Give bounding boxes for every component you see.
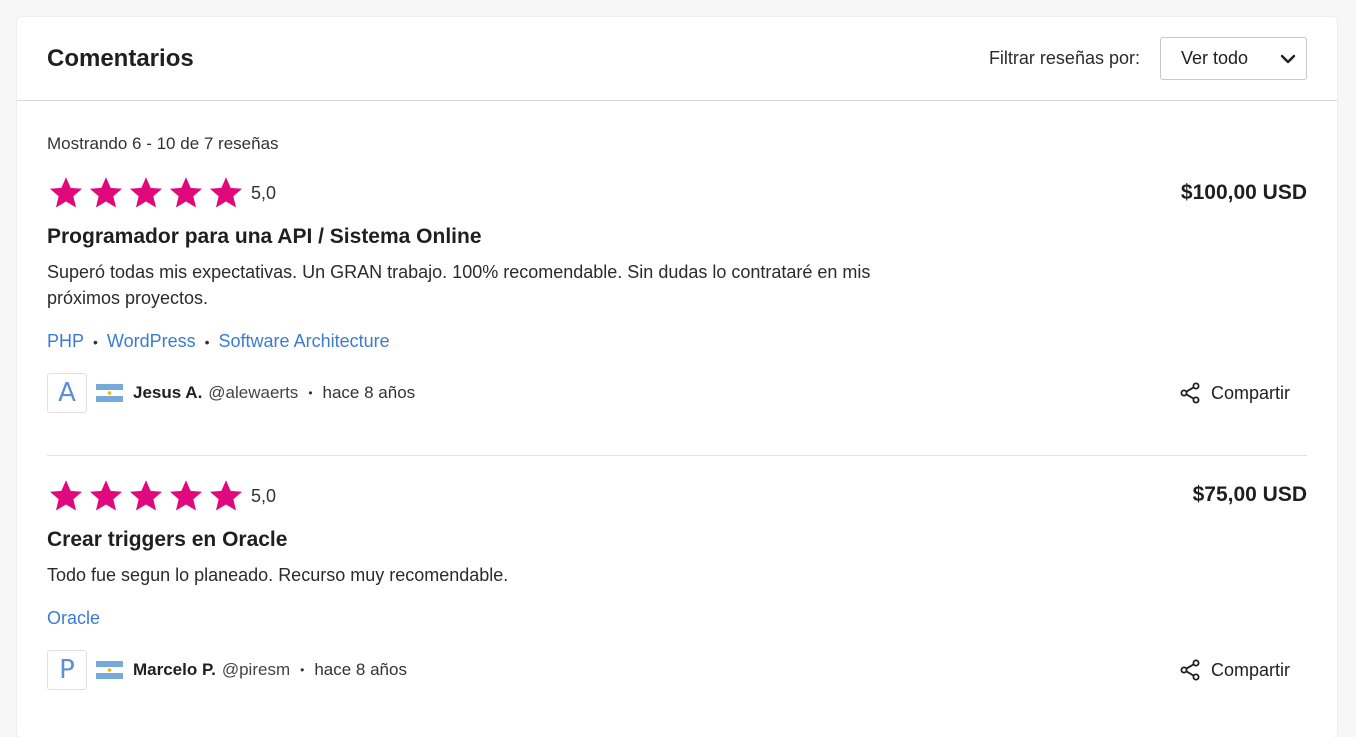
separator-dot: • (204, 333, 210, 350)
reviewer-handle: @piresm (221, 660, 291, 679)
reviewer-meta: A Jesus A. @alewaerts • hace 8 años Comp… (47, 373, 1307, 413)
skill-link-wordpress[interactable]: WordPress (107, 331, 196, 352)
review-text: Superó todas mis expectativas. Un GRAN t… (47, 262, 871, 308)
filter-label: Filtrar reseñas por: (988, 48, 1140, 68)
review-title: Crear triggers en Oracle (47, 528, 288, 551)
share-button[interactable]: Compartir (1178, 658, 1290, 682)
star-icon (47, 478, 87, 514)
star-icon (87, 478, 127, 514)
reviewer-name[interactable]: Jesus A. (133, 383, 202, 403)
star-icon (47, 175, 87, 211)
argentina-flag-icon (96, 384, 123, 402)
review-time: hace 8 años (314, 660, 407, 679)
star-icon (207, 175, 247, 211)
reviews-card: Comentarios Filtrar reseñas por: Ver tod… (17, 17, 1337, 737)
star-icon (127, 478, 167, 514)
reviewer-meta: P Marcelo P. @piresm • hace 8 años Compa… (47, 650, 1307, 690)
rating-value: 5,0 (251, 485, 277, 506)
argentina-flag-icon (96, 661, 123, 679)
share-label: Compartir (1210, 659, 1290, 680)
reviewer-handle: @alewaerts (208, 383, 299, 402)
filter-select-value: Ver todo (1181, 48, 1249, 68)
page-title: Comentarios (47, 44, 194, 72)
star-icon (127, 175, 167, 211)
avatar[interactable]: P (47, 650, 87, 690)
skill-link-oracle[interactable]: Oracle (47, 608, 100, 629)
share-icon (1180, 382, 1200, 404)
star-rating (47, 478, 247, 514)
reviews-body: Mostrando 6 - 10 de 7 reseñas 5,0 $100,0… (17, 134, 1337, 735)
rating-row: 5,0 (47, 173, 1307, 213)
star-icon (87, 175, 127, 211)
rating-row: 5,0 (47, 476, 1307, 516)
reviewer-name[interactable]: Marcelo P. (133, 660, 216, 680)
star-icon (167, 478, 207, 514)
skill-link-software-architecture[interactable]: Software Architecture (219, 331, 390, 352)
separator-dot: • (300, 663, 305, 677)
review-title: Programador para una API / Sistema Onlin… (47, 225, 482, 248)
review-price: $75,00 USD (1192, 483, 1307, 506)
reviews-header: Comentarios Filtrar reseñas por: Ver tod… (17, 17, 1337, 101)
skill-link-php[interactable]: PHP (47, 331, 84, 352)
share-icon (1180, 659, 1200, 681)
share-button[interactable]: Compartir (1178, 381, 1290, 405)
review-text: Todo fue segun lo planeado. Recurso muy … (47, 565, 509, 585)
rating-value: 5,0 (251, 182, 277, 203)
separator-dot: • (308, 386, 313, 400)
review-price: $100,00 USD (1180, 181, 1307, 204)
reviews-count: Mostrando 6 - 10 de 7 reseñas (47, 134, 279, 153)
star-icon (207, 478, 247, 514)
review-item: 5,0 $100,00 USD Programador para una API… (47, 173, 1307, 455)
review-time: hace 8 años (322, 383, 416, 402)
star-rating (47, 175, 247, 211)
skills-list: Oracle (47, 608, 1307, 629)
star-icon (167, 175, 207, 211)
separator-dot: • (93, 333, 98, 350)
filter-select[interactable]: Ver todo (1160, 37, 1307, 80)
skills-list: PHP • WordPress • Software Architecture (47, 331, 1307, 352)
filter-group: Filtrar reseñas por: Ver todo (989, 37, 1307, 80)
review-item: 5,0 $75,00 USD Crear triggers en Oracle … (47, 455, 1307, 735)
chevron-down-icon (1280, 54, 1296, 63)
avatar[interactable]: A (47, 373, 87, 413)
share-label: Compartir (1210, 382, 1290, 403)
